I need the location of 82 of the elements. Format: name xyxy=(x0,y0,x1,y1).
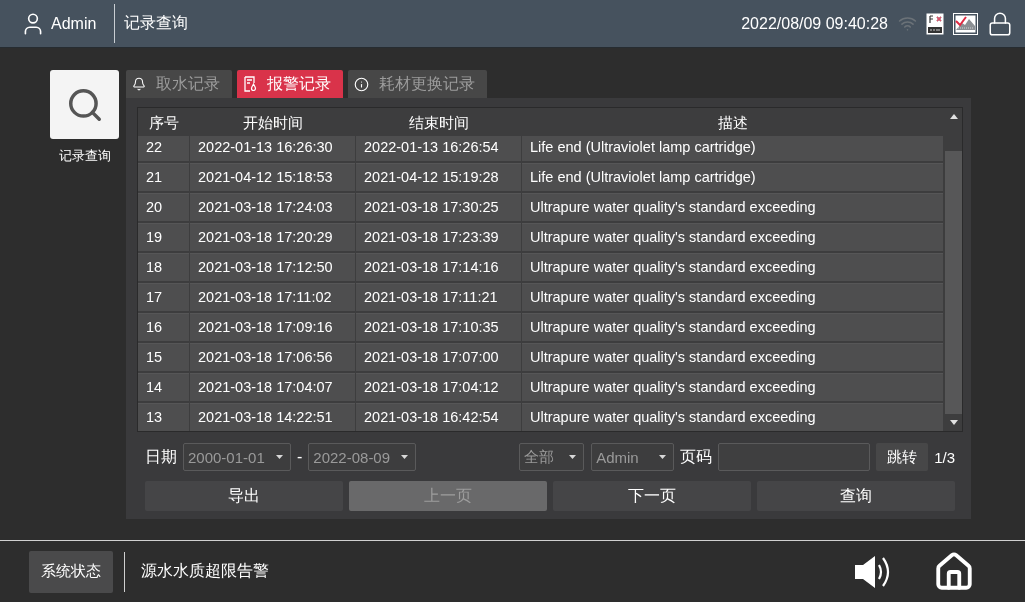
table-cell: Life end (Ultraviolet lamp cartridge) xyxy=(522,163,943,191)
user-dropdown[interactable]: Admin xyxy=(591,443,675,471)
column-header: 描述 xyxy=(716,113,749,133)
nav-label: 记录查询 xyxy=(58,147,111,165)
usb-status-icon xyxy=(926,12,944,35)
caret-icon xyxy=(659,455,667,459)
table-cell: 2021-03-18 17:04:12 xyxy=(356,373,521,401)
table-cell: 2021-03-18 17:09:16 xyxy=(190,313,355,341)
table-cell: 2021-03-18 14:22:51 xyxy=(190,403,355,431)
caret-icon xyxy=(569,455,577,459)
table-cell: Ultrapure water quality's standard exceeding xyxy=(522,373,943,401)
caret-icon xyxy=(401,455,409,459)
table-cell: 2021-03-18 16:42:54 xyxy=(356,403,521,431)
table-cell: 2021-03-18 17:11:02 xyxy=(190,283,355,311)
table-cell: 2021-03-18 17:10:35 xyxy=(356,313,521,341)
table-cell: 2021-03-18 17:14:16 xyxy=(356,253,521,281)
column-header: 序号 xyxy=(147,113,180,133)
table-cell: 2021-04-12 15:19:28 xyxy=(356,163,521,191)
user-name: Admin xyxy=(51,14,97,33)
jump-button[interactable]: 跳转 xyxy=(876,443,929,471)
column-header: 开始时间 xyxy=(241,113,304,133)
caret-icon xyxy=(276,455,283,459)
table-cell: 15 xyxy=(138,343,189,371)
table-cell: 2021-03-18 17:24:03 xyxy=(190,193,355,221)
table-cell: 18 xyxy=(138,253,189,281)
table-cell: 2021-03-18 17:12:50 xyxy=(190,253,355,281)
date-label: 日期 xyxy=(145,446,177,467)
table-cell: 19 xyxy=(138,223,189,251)
table-cell: 13 xyxy=(138,403,189,431)
date-to-dropdown[interactable]: 2022-08-09 xyxy=(308,443,417,471)
table-cell: Ultrapure water quality's standard exceeding xyxy=(522,253,943,281)
date-from-dropdown[interactable]: 2000-01-01 xyxy=(183,443,291,471)
table-cell: 17 xyxy=(138,283,189,311)
table-cell: 20 xyxy=(138,193,189,221)
table-cell: Ultrapure water quality's standard exceeding xyxy=(522,283,943,311)
tab[interactable]: 报警记录 xyxy=(237,70,343,98)
table-cell: 14 xyxy=(138,373,189,401)
tab[interactable]: 耗材更换记录 xyxy=(348,70,487,98)
table-cell: 2022-01-13 16:26:54 xyxy=(356,136,521,161)
table-cell: 2021-03-18 17:20:29 xyxy=(190,223,355,251)
wifi-icon xyxy=(898,14,917,33)
table-cell: 21 xyxy=(138,163,189,191)
network-status-icon xyxy=(953,12,978,35)
column-header: 结束时间 xyxy=(407,113,470,133)
table-cell: 16 xyxy=(138,313,189,341)
document-icon xyxy=(243,76,257,92)
page-label: 页码 xyxy=(680,446,713,467)
record-query-button[interactable] xyxy=(50,70,119,139)
table-cell: Ultrapure water quality's standard exceeding xyxy=(522,223,943,251)
tab[interactable]: 取水记录 xyxy=(126,70,232,98)
bell-icon xyxy=(132,77,146,91)
date-time: 2022/08/09 09:40:28 xyxy=(741,14,888,33)
action-button[interactable]: 下一页 xyxy=(553,481,751,511)
lock-icon[interactable] xyxy=(987,10,1013,37)
scrollbar-thumb[interactable] xyxy=(945,151,962,414)
table-cell: 2021-03-18 17:04:07 xyxy=(190,373,355,401)
table-cell: Life end (Ultraviolet lamp cartridge) xyxy=(522,136,943,161)
table-cell: 2021-03-18 17:30:25 xyxy=(356,193,521,221)
table-cell: Ultrapure water quality's standard exceeding xyxy=(522,343,943,371)
page-count: 1/3 xyxy=(934,448,955,466)
scroll-up-icon[interactable] xyxy=(949,114,958,119)
table-cell: 22 xyxy=(138,136,189,161)
action-button[interactable]: 导出 xyxy=(145,481,343,511)
scroll-down-icon[interactable] xyxy=(949,420,958,425)
table-cell: Ultrapure water quality's standard exceeding xyxy=(522,193,943,221)
action-button[interactable]: 查询 xyxy=(757,481,955,511)
table-cell: 2021-03-18 17:11:21 xyxy=(356,283,521,311)
info-icon xyxy=(354,76,369,92)
table-cell: Ultrapure water quality's standard exceeding xyxy=(522,313,943,341)
page-title: 记录查询 xyxy=(124,13,189,33)
page-input[interactable] xyxy=(718,443,871,471)
table-cell: 2021-04-12 15:18:53 xyxy=(190,163,355,191)
table-cell: 2021-03-18 17:23:39 xyxy=(356,223,521,251)
type-dropdown[interactable]: 全部 xyxy=(519,443,585,471)
table-cell: 2021-03-18 17:07:00 xyxy=(356,343,521,371)
date-separator: - xyxy=(297,448,303,466)
system-status-button[interactable]: 系统状态 xyxy=(29,550,113,593)
alarm-message: 源水水质超限告警 xyxy=(141,561,269,581)
table-cell: 2021-03-18 17:06:56 xyxy=(190,343,355,371)
home-icon[interactable] xyxy=(933,550,975,593)
table-cell: Ultrapure water quality's standard exceeding xyxy=(522,403,943,431)
table-cell: 2022-01-13 16:26:30 xyxy=(190,136,355,161)
